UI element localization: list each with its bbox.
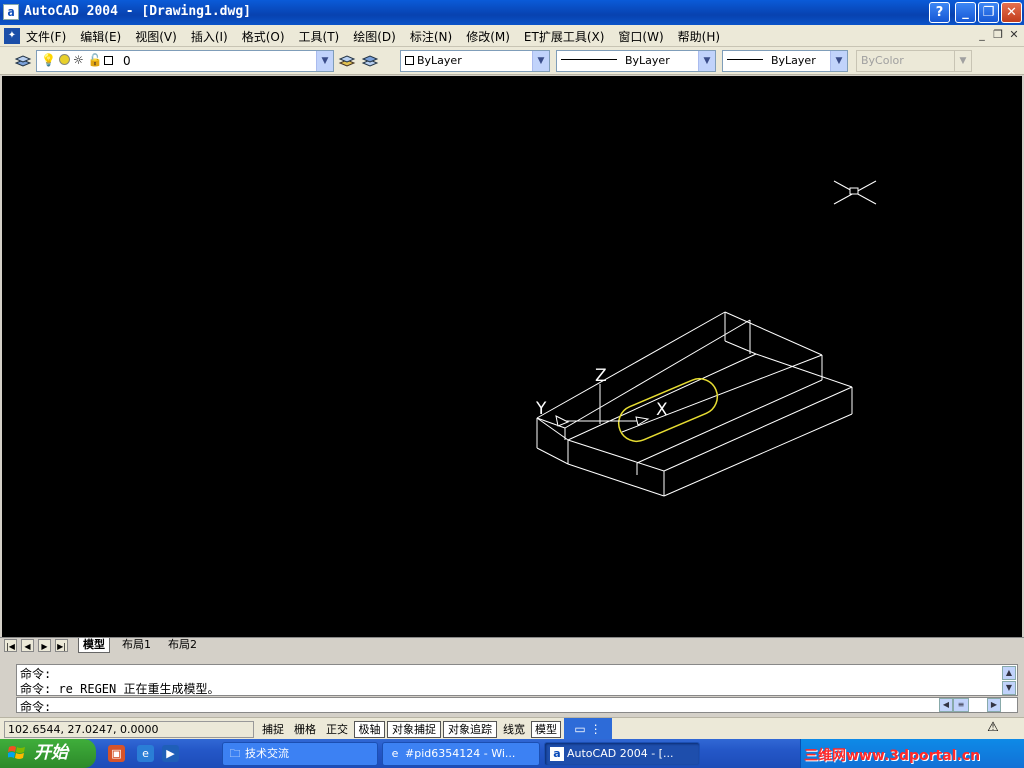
menu-dimension[interactable]: 标注(N) xyxy=(410,28,452,45)
title-bar[interactable]: a AutoCAD 2004 - [Drawing1.dwg] ? _ ❐ ✕ xyxy=(0,0,1024,25)
help-button[interactable]: ? xyxy=(929,2,950,23)
command-window: 命令: 命令: re REGEN 正在重生成模型。 ▲ ▼ 命令: ◀ ≡ ▶ xyxy=(0,657,1024,715)
command-line-input[interactable]: 命令: ◀ ≡ ▶ xyxy=(16,697,1018,714)
scroll-left-icon[interactable]: ◀ xyxy=(939,698,953,712)
lineweight-toggle[interactable]: 线宽 xyxy=(499,721,529,738)
menu-modify[interactable]: 修改(M) xyxy=(466,28,510,45)
command-history-line: 命令: re REGEN 正在重生成模型。 xyxy=(20,682,220,696)
start-label: 开始 xyxy=(34,743,68,763)
layer-combo[interactable]: 💡 ☼ 🔓 0 ▼ xyxy=(36,50,334,72)
menu-edit[interactable]: 编辑(E) xyxy=(80,28,121,45)
start-button[interactable]: 开始 xyxy=(0,739,96,768)
communication-center-icon[interactable]: ▭ ⋮ xyxy=(564,718,612,740)
menu-express-tools[interactable]: ET扩展工具(X) xyxy=(524,28,605,45)
tab-model[interactable]: 模型 xyxy=(78,638,110,653)
layer-name: 0 xyxy=(123,54,131,68)
watermark-text: 三维网www.3dportal.cn xyxy=(804,748,981,764)
chevron-down-icon[interactable]: ▼ xyxy=(316,51,333,71)
next-tab-button[interactable]: ▶ xyxy=(38,639,51,652)
task-button-ie[interactable]: e #pid6354124 - Wi... xyxy=(382,742,540,766)
windows-logo-icon xyxy=(8,746,25,759)
ie-icon: e xyxy=(391,747,399,760)
make-object-layer-current-icon[interactable] xyxy=(338,52,356,70)
scroll-thumb[interactable]: ≡ xyxy=(953,698,969,712)
window-title: AutoCAD 2004 - [Drawing1.dwg] xyxy=(24,4,251,19)
scroll-right-icon[interactable]: ▶ xyxy=(987,698,1001,712)
task-label: AutoCAD 2004 - [... xyxy=(567,747,674,760)
drawing-area[interactable]: Z Y X xyxy=(2,76,1022,637)
chevron-down-icon[interactable]: ▼ xyxy=(698,51,715,71)
ucs-x-label: X xyxy=(656,400,668,420)
first-tab-button[interactable]: |◀ xyxy=(4,639,17,652)
layer-previous-icon[interactable] xyxy=(361,52,379,70)
menu-draw[interactable]: 绘图(D) xyxy=(353,28,396,45)
folder-icon: 🗀 xyxy=(229,747,241,760)
task-button-folder[interactable]: 🗀 技术交流 xyxy=(222,742,378,766)
crosshair-cursor xyxy=(833,180,877,205)
previous-tab-button[interactable]: ◀ xyxy=(21,639,34,652)
scroll-down-icon[interactable]: ▼ xyxy=(1002,681,1016,695)
doc-close-button[interactable]: ✕ xyxy=(1006,28,1022,43)
snap-toggle[interactable]: 捕捉 xyxy=(258,721,288,738)
menu-format[interactable]: 格式(O) xyxy=(242,28,285,45)
doc-minimize-button[interactable]: _ xyxy=(974,28,990,43)
menu-insert[interactable]: 插入(I) xyxy=(191,28,228,45)
color-control-combo[interactable]: ByLayer ▼ xyxy=(400,50,550,72)
plotstyle-control-combo: ByColor ▼ xyxy=(856,50,972,72)
block-wireframe xyxy=(536,311,853,497)
ortho-toggle[interactable]: 正交 xyxy=(322,721,352,738)
coordinate-display[interactable]: 102.6544, 27.0247, 0.0000 xyxy=(4,721,254,738)
osnap-toggle[interactable]: 对象捕捉 xyxy=(387,721,441,738)
ucs-z-label: Z xyxy=(595,366,607,386)
color-value: ByLayer xyxy=(417,54,462,67)
task-label: #pid6354124 - Wi... xyxy=(405,747,516,760)
alert-icon[interactable]: ⚠ xyxy=(984,720,1002,738)
properties-toolbar: 💡 ☼ 🔓 0 ▼ ByLayer ▼ ByLayer ▼ ByLayer ▼ B… xyxy=(0,47,1024,75)
last-tab-button[interactable]: ▶| xyxy=(55,639,68,652)
task-label: 技术交流 xyxy=(245,747,289,760)
minimize-button[interactable]: _ xyxy=(955,2,976,23)
quicklaunch-app-icon[interactable]: ▣ xyxy=(108,745,125,762)
layer-manager-icon[interactable] xyxy=(14,52,32,70)
ucs-y-label: Y xyxy=(535,399,547,419)
status-bar: 102.6544, 27.0247, 0.0000 捕捉 栅格 正交 极轴 对象… xyxy=(0,717,1024,740)
lineweight-control-combo[interactable]: ByLayer ▼ xyxy=(722,50,848,72)
menu-file[interactable]: 文件(F) xyxy=(26,28,66,45)
model-space-canvas: Z Y X xyxy=(535,180,877,497)
doc-restore-button[interactable]: ❐ xyxy=(990,28,1006,43)
linetype-control-combo[interactable]: ByLayer ▼ xyxy=(556,50,716,72)
quicklaunch-media-icon[interactable]: ▶ xyxy=(162,745,179,762)
menu-bar: ✦ 文件(F) 编辑(E) 视图(V) 插入(I) 格式(O) 工具(T) 绘图… xyxy=(0,25,1024,47)
scroll-up-icon[interactable]: ▲ xyxy=(1002,666,1016,680)
lineweight-value: ByLayer xyxy=(771,54,816,67)
restore-button[interactable]: ❐ xyxy=(978,2,999,23)
chevron-down-icon[interactable]: ▼ xyxy=(532,51,549,71)
task-button-autocad[interactable]: a AutoCAD 2004 - [... xyxy=(544,742,700,766)
document-icon[interactable]: ✦ xyxy=(4,28,20,44)
autocad-icon: a xyxy=(550,747,564,761)
quicklaunch-ie-icon[interactable]: e xyxy=(137,745,154,762)
chevron-down-icon: ▼ xyxy=(954,51,971,71)
autocad-app-icon[interactable]: a xyxy=(3,4,19,20)
menu-help[interactable]: 帮助(H) xyxy=(678,28,720,45)
tab-layout2[interactable]: 布局2 xyxy=(164,638,201,653)
close-button[interactable]: ✕ xyxy=(1001,2,1022,23)
layer-state-icons: 💡 ☼ 🔓 xyxy=(41,53,116,67)
command-prompt: 命令: xyxy=(20,700,52,714)
slot-outline xyxy=(617,377,719,443)
linetype-value: ByLayer xyxy=(625,54,670,67)
windows-taskbar: 开始 ▣ e ▶ 🗀 技术交流 e #pid6354124 - Wi... a … xyxy=(0,739,1024,768)
chevron-down-icon[interactable]: ▼ xyxy=(830,51,847,71)
model-toggle[interactable]: 模型 xyxy=(531,721,561,738)
otrack-toggle[interactable]: 对象追踪 xyxy=(443,721,497,738)
layout-tabs-bar: |◀ ◀ ▶ ▶| 模型 布局1 布局2 xyxy=(0,637,1024,653)
plotstyle-value: ByColor xyxy=(861,54,904,67)
menu-view[interactable]: 视图(V) xyxy=(135,28,177,45)
menu-window[interactable]: 窗口(W) xyxy=(618,28,663,45)
tab-layout1[interactable]: 布局1 xyxy=(118,638,155,653)
menu-tools[interactable]: 工具(T) xyxy=(299,28,340,45)
command-history[interactable]: 命令: 命令: re REGEN 正在重生成模型。 ▲ ▼ xyxy=(16,664,1018,696)
grid-toggle[interactable]: 栅格 xyxy=(290,721,320,738)
polar-toggle[interactable]: 极轴 xyxy=(354,721,385,738)
